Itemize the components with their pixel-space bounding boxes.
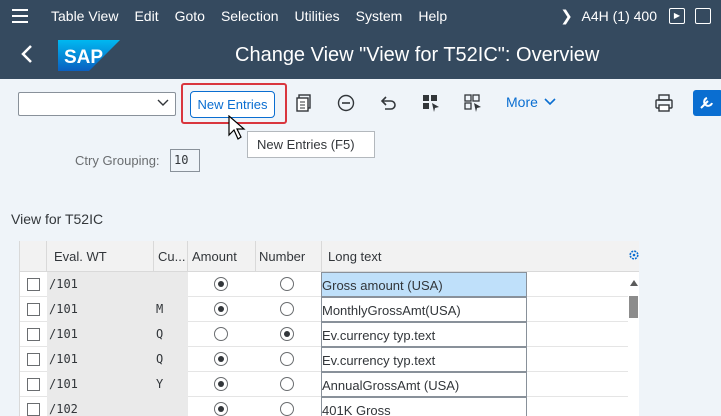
- header-long-text[interactable]: Long text: [322, 241, 628, 272]
- amount-radio[interactable]: [214, 302, 228, 316]
- system-info: A4H (1) 400: [581, 7, 657, 24]
- menu-table-view[interactable]: Table View: [51, 8, 118, 24]
- cell-currency: Q: [154, 347, 188, 372]
- customize-button[interactable]: [693, 90, 721, 116]
- amount-radio[interactable]: [214, 377, 228, 391]
- deselect-all-icon[interactable]: [463, 93, 483, 113]
- row-select-checkbox[interactable]: [27, 303, 40, 316]
- page-title: Change View "View for T52IC": Overview: [235, 44, 600, 66]
- menu-edit[interactable]: Edit: [134, 8, 158, 24]
- number-radio[interactable]: [280, 277, 294, 291]
- row-select-checkbox[interactable]: [27, 353, 40, 366]
- long-text-field[interactable]: 401K Gross: [321, 397, 527, 416]
- select-all-icon[interactable]: [421, 93, 441, 113]
- row-select-checkbox[interactable]: [27, 328, 40, 341]
- amount-radio[interactable]: [214, 352, 228, 366]
- undo-icon[interactable]: [378, 93, 398, 113]
- header-currency[interactable]: Cu...: [154, 241, 188, 272]
- print-icon[interactable]: [654, 93, 674, 113]
- scroll-thumb[interactable]: [629, 296, 638, 318]
- new-entries-button[interactable]: New Entries: [190, 91, 275, 118]
- mouse-cursor-icon: [228, 115, 246, 140]
- command-dropdown[interactable]: [18, 92, 176, 116]
- number-radio[interactable]: [280, 327, 294, 341]
- cell-currency: Y: [154, 372, 188, 397]
- chevron-down-icon: [544, 98, 556, 106]
- cell-eval-wt: /102: [47, 397, 154, 416]
- tooltip: New Entries (F5): [247, 131, 375, 158]
- long-text-field[interactable]: AnnualGrossAmt (USA): [321, 372, 527, 397]
- menu-utilities[interactable]: Utilities: [295, 8, 340, 24]
- title-bar: SAP Change View "View for T52IC": Overvi…: [0, 31, 721, 79]
- long-text-field[interactable]: Gross amount (USA): [321, 272, 527, 297]
- play-box-icon[interactable]: ▶: [669, 7, 685, 24]
- more-button[interactable]: More: [506, 94, 556, 110]
- header-select-col[interactable]: [20, 241, 47, 272]
- back-arrow-icon[interactable]: [20, 43, 40, 67]
- vertical-scrollbar[interactable]: [628, 272, 639, 416]
- chevron-right-icon[interactable]: ❯: [552, 7, 582, 25]
- window-box-icon[interactable]: [695, 7, 711, 24]
- amount-radio[interactable]: [214, 402, 228, 416]
- long-text-field[interactable]: Ev.currency typ.text: [321, 347, 527, 372]
- menu-selection[interactable]: Selection: [221, 8, 279, 24]
- table-row[interactable]: /101 Q Ev.currency typ.text: [20, 347, 639, 372]
- wrench-icon: [700, 97, 713, 109]
- table-header: Eval. WT Cu... Amount Number Long text: [20, 241, 639, 272]
- header-eval-wt[interactable]: Eval. WT: [47, 241, 154, 272]
- cell-currency: [154, 397, 188, 416]
- amount-radio[interactable]: [214, 327, 228, 341]
- gear-icon[interactable]: [628, 249, 639, 261]
- toolbar: New Entries More: [0, 79, 721, 129]
- cell-currency: [154, 272, 188, 297]
- long-text-field[interactable]: MonthlyGrossAmt(USA): [321, 297, 527, 322]
- row-select-checkbox[interactable]: [27, 378, 40, 391]
- number-radio[interactable]: [280, 402, 294, 416]
- cell-eval-wt: /101: [47, 347, 154, 372]
- number-radio[interactable]: [280, 352, 294, 366]
- cell-currency: Q: [154, 322, 188, 347]
- cell-eval-wt: /101: [47, 272, 154, 297]
- amount-radio[interactable]: [214, 277, 228, 291]
- row-select-checkbox[interactable]: [27, 403, 40, 416]
- delete-minus-icon[interactable]: [336, 93, 356, 113]
- menu-system[interactable]: System: [356, 8, 403, 24]
- chevron-down-icon: [157, 99, 169, 106]
- long-text-field[interactable]: Ev.currency typ.text: [321, 322, 527, 347]
- copy-details-icon[interactable]: [294, 93, 314, 113]
- header-amount[interactable]: Amount: [188, 241, 256, 272]
- table-row[interactable]: /101 Q Ev.currency typ.text: [20, 322, 639, 347]
- menu-help[interactable]: Help: [418, 8, 447, 24]
- number-radio[interactable]: [280, 377, 294, 391]
- sap-logo-text: SAP: [64, 47, 103, 68]
- table-row[interactable]: /101 M MonthlyGrossAmt(USA): [20, 297, 639, 322]
- ctry-grouping-label: Ctry Grouping:: [75, 153, 160, 168]
- number-radio[interactable]: [280, 302, 294, 316]
- table-row[interactable]: /101 Gross amount (USA): [20, 272, 639, 297]
- menu-goto[interactable]: Goto: [175, 8, 205, 24]
- table-row[interactable]: /102 401K Gross: [20, 397, 639, 416]
- cell-eval-wt: /101: [47, 322, 154, 347]
- row-select-checkbox[interactable]: [27, 278, 40, 291]
- scroll-up-icon[interactable]: [630, 280, 638, 286]
- more-label: More: [506, 94, 538, 110]
- table-row[interactable]: /101 Y AnnualGrossAmt (USA): [20, 372, 639, 397]
- section-title: View for T52IC: [11, 211, 104, 227]
- menu-bar: Table View Edit Goto Selection Utilities…: [0, 0, 721, 31]
- ctry-grouping-field[interactable]: 10: [170, 149, 200, 172]
- cell-currency: M: [154, 297, 188, 322]
- hamburger-menu-icon[interactable]: [0, 0, 40, 31]
- sap-logo: SAP: [58, 40, 120, 71]
- cell-eval-wt: /101: [47, 372, 154, 397]
- cell-eval-wt: /101: [47, 297, 154, 322]
- data-table: Eval. WT Cu... Amount Number Long text /…: [19, 241, 639, 416]
- header-number[interactable]: Number: [256, 241, 322, 272]
